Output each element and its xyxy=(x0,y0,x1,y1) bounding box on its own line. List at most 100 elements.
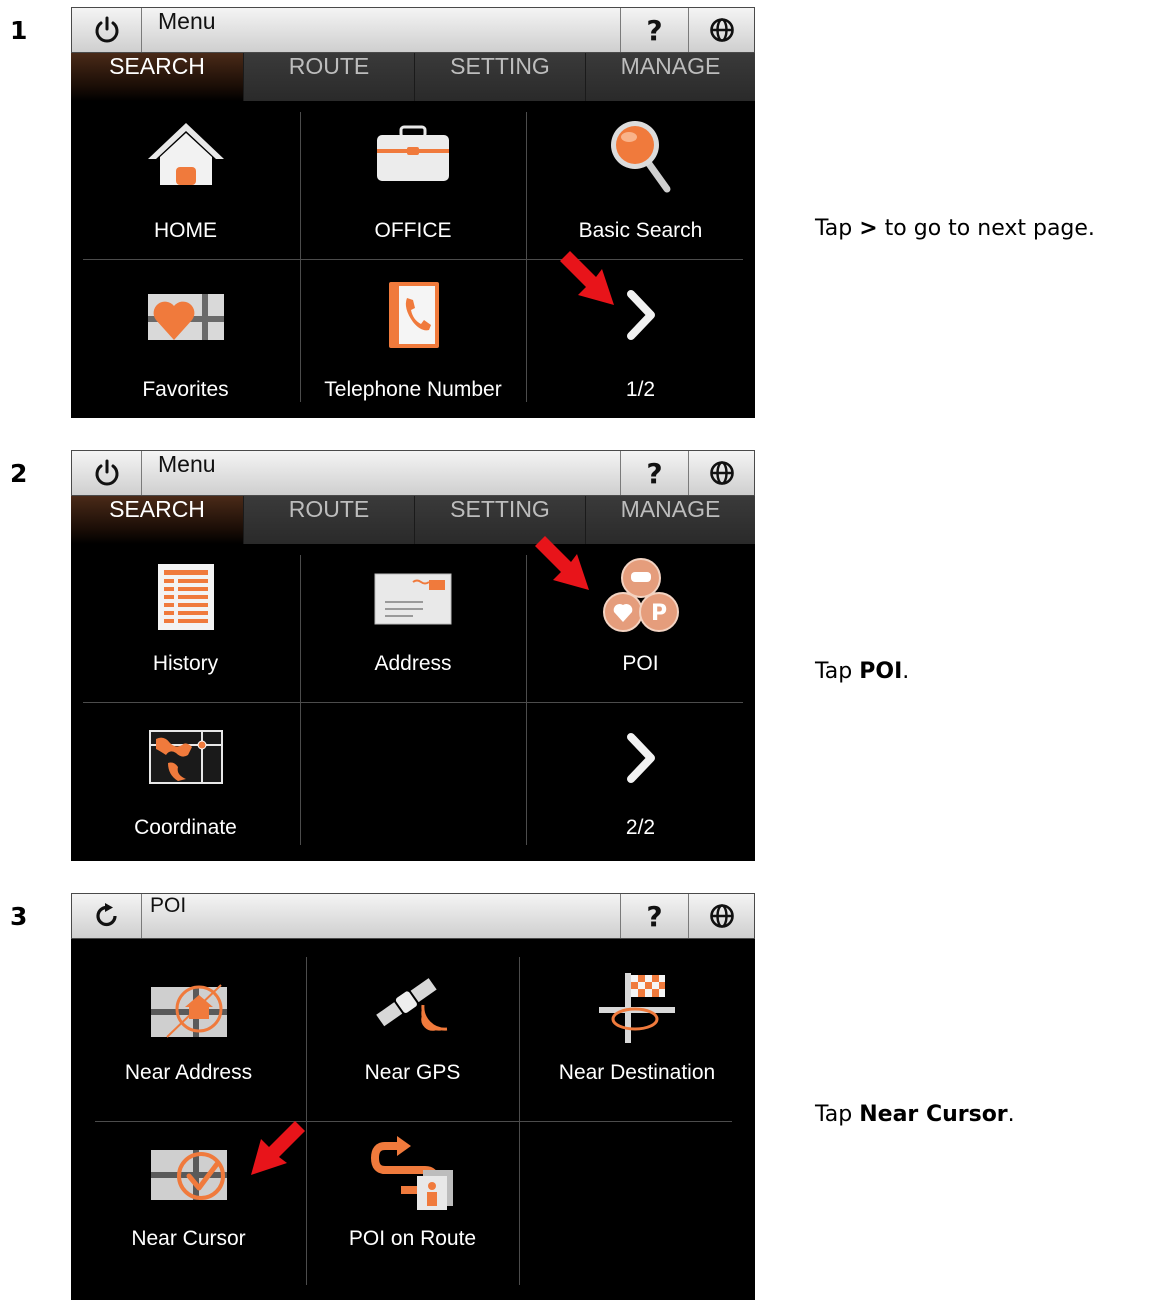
step-number: 3 xyxy=(10,902,28,931)
back-icon xyxy=(95,903,117,927)
language-button[interactable] xyxy=(688,451,754,495)
power-button[interactable] xyxy=(72,451,142,495)
help-icon: ? xyxy=(646,456,663,490)
power-icon xyxy=(95,16,118,43)
instruction-text: Tap xyxy=(815,216,860,241)
next-page-button[interactable]: 2/2 xyxy=(526,703,755,861)
title-bar: Menu ? xyxy=(71,450,755,496)
tab-route[interactable]: ROUTE xyxy=(243,496,414,544)
svg-text:P: P xyxy=(650,601,666,626)
help-icon: ? xyxy=(646,899,663,933)
instruction-text: Tap xyxy=(815,1102,860,1127)
poi-label: POI xyxy=(622,652,659,675)
history-icon xyxy=(157,564,214,630)
screen-title: Menu xyxy=(158,451,216,477)
near-destination-button[interactable]: Near Destination xyxy=(519,955,755,1121)
favorites-icon xyxy=(147,294,224,340)
address-label: Address xyxy=(374,652,452,675)
globe-icon xyxy=(709,18,734,42)
tab-manage[interactable]: MANAGE xyxy=(585,496,755,544)
globe-icon xyxy=(709,461,734,485)
tab-search[interactable]: SEARCH xyxy=(71,53,243,101)
pointer-arrow xyxy=(560,251,614,305)
nav-screen-poi: POI ? Near Address Near GPS Near Destina… xyxy=(71,893,755,1300)
tab-setting[interactable]: SETTING xyxy=(414,53,585,101)
destination-flag-icon xyxy=(599,973,675,1043)
coordinate-button[interactable]: Coordinate xyxy=(71,703,300,861)
nav-screen-menu-page-1: Menu ? SEARCH ROUTE SETTING MANAGE HOME xyxy=(71,7,755,418)
near-gps-button[interactable]: Near GPS xyxy=(306,955,519,1121)
page-indicator: 1/2 xyxy=(625,378,656,401)
poi-icon: P xyxy=(602,558,679,632)
step-number: 2 xyxy=(10,459,28,488)
globe-icon xyxy=(709,904,734,928)
near-cursor-icon xyxy=(150,1150,227,1200)
help-button[interactable]: ? xyxy=(620,894,688,938)
help-button[interactable]: ? xyxy=(620,8,688,52)
instruction-emphasis: POI xyxy=(859,659,903,684)
title-bar: Menu ? xyxy=(71,7,755,53)
instruction-emphasis: > xyxy=(859,216,878,241)
near-cursor-label: Near Cursor xyxy=(131,1227,246,1250)
help-icon: ? xyxy=(646,13,663,47)
instruction-text: . xyxy=(902,659,910,684)
nav-screen-menu-page-2: Menu ? SEARCH ROUTE SETTING MANAGE Histo… xyxy=(71,450,755,861)
chevron-right-icon xyxy=(626,290,655,340)
telephone-number-label: Telephone Number xyxy=(324,378,502,401)
home-label: HOME xyxy=(154,219,217,242)
phonebook-icon xyxy=(389,282,439,348)
poi-on-route-button[interactable]: POI on Route xyxy=(306,1122,519,1292)
envelope-icon xyxy=(374,573,452,625)
near-address-button[interactable]: Near Address xyxy=(71,955,306,1121)
favorites-button[interactable]: Favorites xyxy=(71,260,300,418)
step-instruction: Tap > to go to next page. xyxy=(815,216,1095,241)
magnifier-icon xyxy=(610,121,670,193)
satellite-icon xyxy=(375,978,447,1031)
home-button[interactable]: HOME xyxy=(71,101,300,259)
tab-search[interactable]: SEARCH xyxy=(71,496,243,544)
briefcase-icon xyxy=(377,125,449,181)
near-address-label: Near Address xyxy=(124,1061,253,1084)
instruction-text: to go to next page. xyxy=(877,216,1095,241)
language-button[interactable] xyxy=(688,8,754,52)
tab-route[interactable]: ROUTE xyxy=(243,53,414,101)
near-gps-label: Near GPS xyxy=(364,1061,461,1084)
screen-title: Menu xyxy=(158,8,216,34)
coordinate-map-icon xyxy=(148,730,223,784)
chevron-right-icon xyxy=(626,733,655,783)
step-instruction: Tap POI. xyxy=(815,659,909,684)
tab-manage[interactable]: MANAGE xyxy=(585,53,755,101)
near-destination-label: Near Destination xyxy=(558,1061,716,1084)
back-button[interactable] xyxy=(72,894,142,938)
office-label: OFFICE xyxy=(374,219,452,242)
poi-on-route-label: POI on Route xyxy=(348,1227,477,1250)
menu-tabs: SEARCH ROUTE SETTING MANAGE xyxy=(71,53,755,101)
poi-on-route-icon xyxy=(370,1136,453,1210)
help-button[interactable]: ? xyxy=(620,451,688,495)
page-indicator: 2/2 xyxy=(625,816,656,839)
office-button[interactable]: OFFICE xyxy=(300,101,526,259)
menu-tabs: SEARCH ROUTE SETTING MANAGE xyxy=(71,496,755,544)
screen-title: POI xyxy=(150,894,187,917)
instruction-emphasis: Near Cursor xyxy=(859,1102,1008,1127)
power-button[interactable] xyxy=(72,8,142,52)
instruction-text: Tap xyxy=(815,659,860,684)
basic-search-label: Basic Search xyxy=(578,219,703,242)
title-bar: POI ? xyxy=(71,893,755,939)
instruction-text: . xyxy=(1007,1102,1015,1127)
step-instruction: Tap Near Cursor. xyxy=(815,1102,1015,1127)
home-icon xyxy=(147,123,224,185)
favorites-label: Favorites xyxy=(142,378,229,401)
telephone-number-button[interactable]: Telephone Number xyxy=(300,260,526,418)
step-number: 1 xyxy=(10,16,28,45)
pointer-arrow xyxy=(251,1121,305,1175)
coordinate-label: Coordinate xyxy=(134,816,237,839)
language-button[interactable] xyxy=(688,894,754,938)
power-icon xyxy=(95,459,118,486)
address-button[interactable]: Address xyxy=(300,544,526,702)
near-address-icon xyxy=(150,984,227,1038)
pointer-arrow xyxy=(535,536,589,590)
history-label: History xyxy=(152,652,219,675)
basic-search-button[interactable]: Basic Search xyxy=(526,101,755,259)
history-button[interactable]: History xyxy=(71,544,300,702)
